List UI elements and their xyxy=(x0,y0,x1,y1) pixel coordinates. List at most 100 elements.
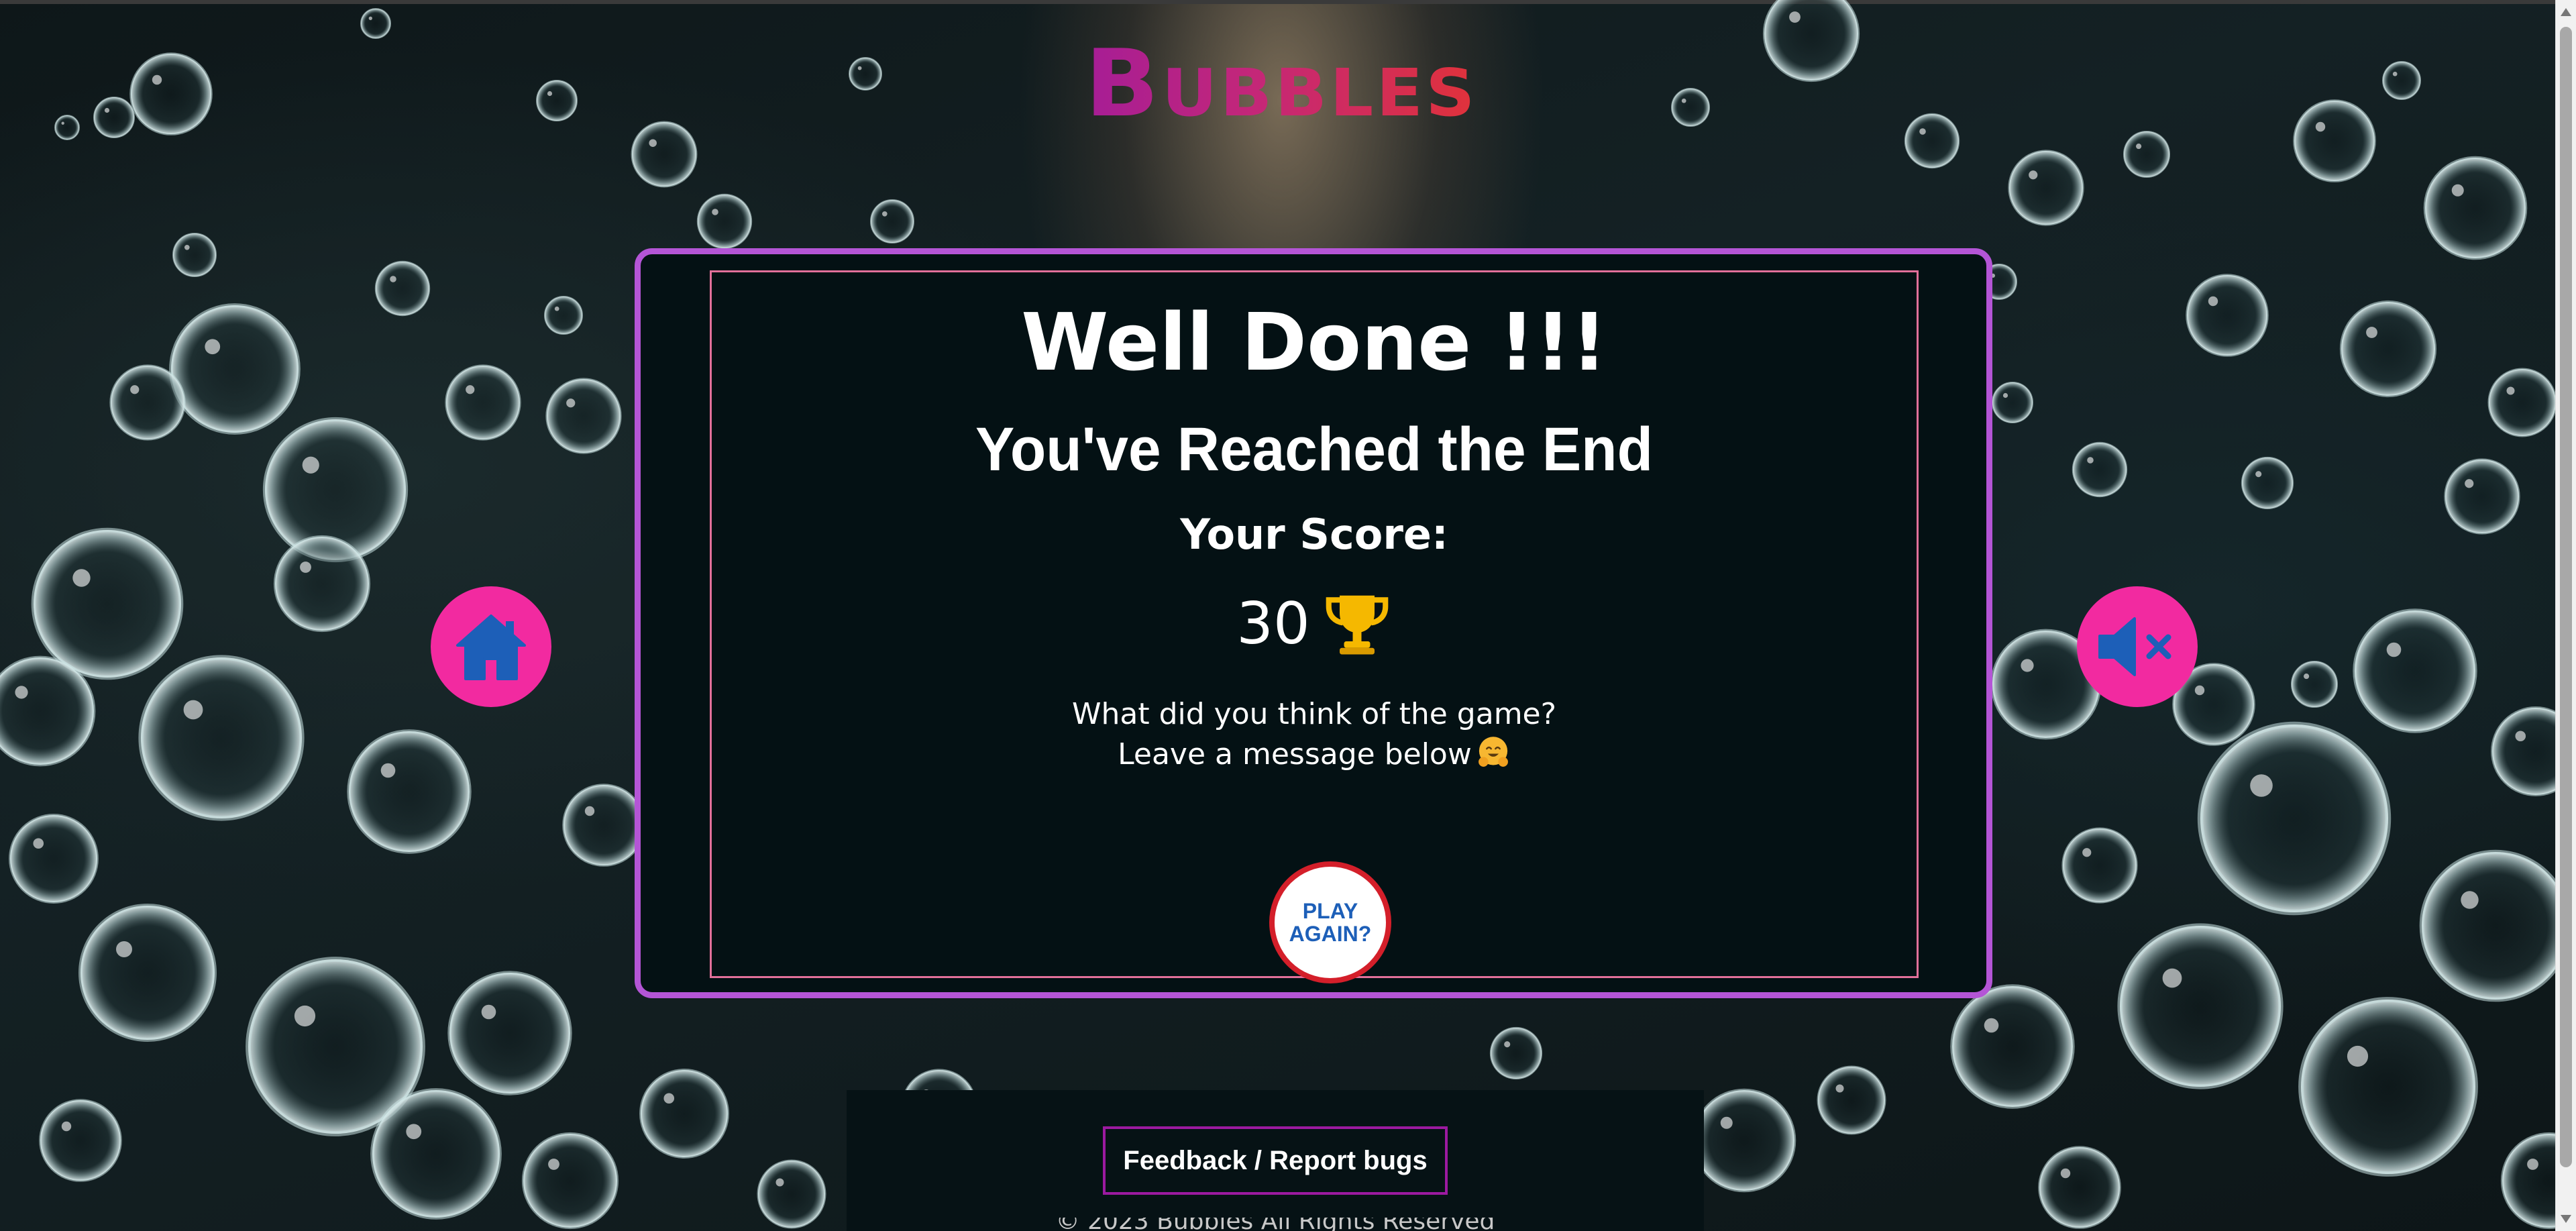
background-bubble xyxy=(562,784,645,867)
scroll-down-icon[interactable] xyxy=(2561,1215,2571,1223)
page-scrollbar[interactable] xyxy=(2555,0,2576,1231)
background-bubble xyxy=(1992,382,2033,423)
bubble-highlight xyxy=(881,211,888,217)
bubble-highlight xyxy=(2136,144,2142,150)
home-button[interactable] xyxy=(431,586,551,707)
bubble-highlight xyxy=(2304,674,2310,680)
background-bubble xyxy=(447,971,572,1095)
bubble-highlight xyxy=(368,16,372,20)
background-bubble xyxy=(1904,113,1960,169)
play-again-button[interactable]: PLAY AGAIN? xyxy=(1269,861,1391,983)
background-bubble xyxy=(2290,660,2339,708)
background-bubble xyxy=(639,1069,729,1159)
background-bubble xyxy=(2487,368,2557,437)
bubble-highlight xyxy=(2386,642,2402,657)
home-icon xyxy=(456,614,526,680)
scrollbar-thumb[interactable] xyxy=(2560,27,2572,1167)
background-bubble xyxy=(870,199,914,244)
background-bubble xyxy=(2186,274,2269,357)
background-bubble xyxy=(138,655,305,821)
background-bubble xyxy=(2241,456,2294,510)
background-bubble xyxy=(1950,984,2075,1109)
background-bubble xyxy=(1817,1065,1886,1135)
bubble-highlight xyxy=(130,385,140,394)
bubble-highlight xyxy=(104,107,110,113)
well-done-heading: Well Done !!! xyxy=(1021,296,1607,388)
bubble-highlight xyxy=(554,306,559,311)
background-bubble xyxy=(2382,61,2421,100)
bubble-highlight xyxy=(584,806,595,816)
background-bubble xyxy=(54,115,80,140)
bubble-highlight xyxy=(2060,1168,2071,1179)
background-bubble xyxy=(0,655,96,767)
bubble-highlight xyxy=(481,1004,496,1020)
trophy-icon xyxy=(1326,595,1389,655)
background-bubble xyxy=(2444,458,2520,535)
bubble-highlight xyxy=(406,1124,422,1140)
bubble-highlight xyxy=(466,385,475,394)
feedback-message: What did you think of the game? Leave a … xyxy=(710,694,1919,775)
bubble-highlight xyxy=(72,569,91,587)
bubble-highlight xyxy=(2515,731,2526,742)
background-bubble xyxy=(78,904,217,1042)
background-bubble xyxy=(9,814,99,904)
bubble-highlight xyxy=(2029,170,2038,180)
bubble-highlight xyxy=(2315,121,2326,132)
background-bubble xyxy=(2339,300,2437,398)
bubble-highlight xyxy=(300,561,311,573)
copyright-text: © 2023 Bubbles All Rights Reserved xyxy=(847,1218,1704,1231)
bubble-highlight xyxy=(2392,71,2398,76)
bubble-highlight xyxy=(33,838,44,849)
background-bubble xyxy=(757,1159,826,1229)
bubble-highlight xyxy=(2347,1045,2369,1067)
bubble-highlight xyxy=(205,339,221,355)
bubble-highlight xyxy=(1720,1116,1733,1129)
background-bubble xyxy=(109,364,186,441)
sound-toggle-button[interactable] xyxy=(2077,586,2198,707)
bubble-highlight xyxy=(116,941,132,957)
scroll-up-icon[interactable] xyxy=(2561,8,2571,16)
background-bubble xyxy=(2293,99,2376,182)
bubble-highlight xyxy=(184,244,190,250)
bubble-highlight xyxy=(547,91,553,97)
background-bubble xyxy=(2038,1146,2121,1229)
background-bubble xyxy=(521,1132,619,1230)
bubble-highlight xyxy=(2021,659,2034,672)
message-line-2-wrapper: Leave a message below xyxy=(710,735,1919,775)
background-bubble xyxy=(2008,150,2084,226)
bubble-highlight xyxy=(2451,184,2464,197)
background-bubble xyxy=(849,57,882,91)
bubble-highlight xyxy=(1504,1041,1511,1048)
bubble-highlight xyxy=(857,66,862,70)
bubble-highlight xyxy=(61,121,64,125)
background-bubble xyxy=(544,296,583,335)
bubble-highlight xyxy=(2250,774,2273,797)
background-bubble xyxy=(1762,0,1860,83)
background-bubble xyxy=(129,52,213,136)
bubble-highlight xyxy=(2527,1159,2538,1170)
feedback-button[interactable]: Feedback / Report bugs xyxy=(1103,1126,1448,1195)
background-bubble xyxy=(696,193,753,250)
background-bubble xyxy=(31,527,184,680)
background-bubble xyxy=(1692,1088,1796,1193)
bubble-highlight xyxy=(152,74,162,85)
play-again-label-1: PLAY xyxy=(1302,899,1358,923)
bubble-highlight xyxy=(2082,848,2092,857)
background-bubble xyxy=(360,8,391,39)
background-bubble xyxy=(2117,923,2284,1089)
bubble-highlight xyxy=(1789,11,1801,23)
play-again-label-2: AGAIN? xyxy=(1289,922,1372,946)
message-line-1: What did you think of the game? xyxy=(1072,697,1556,731)
background-bubble xyxy=(347,729,472,854)
bubble-highlight xyxy=(2087,457,2094,464)
bubble-highlight xyxy=(1681,98,1686,103)
bubble-highlight xyxy=(649,139,657,147)
bubble-highlight xyxy=(775,1178,784,1187)
bubble-highlight xyxy=(2366,327,2377,338)
bubble-highlight xyxy=(2002,392,2008,398)
bubble-highlight xyxy=(302,456,319,474)
background-bubble xyxy=(273,535,371,633)
bubble-highlight xyxy=(294,1005,316,1027)
bubble-highlight xyxy=(712,209,718,215)
bubble-highlight xyxy=(1919,128,1926,135)
